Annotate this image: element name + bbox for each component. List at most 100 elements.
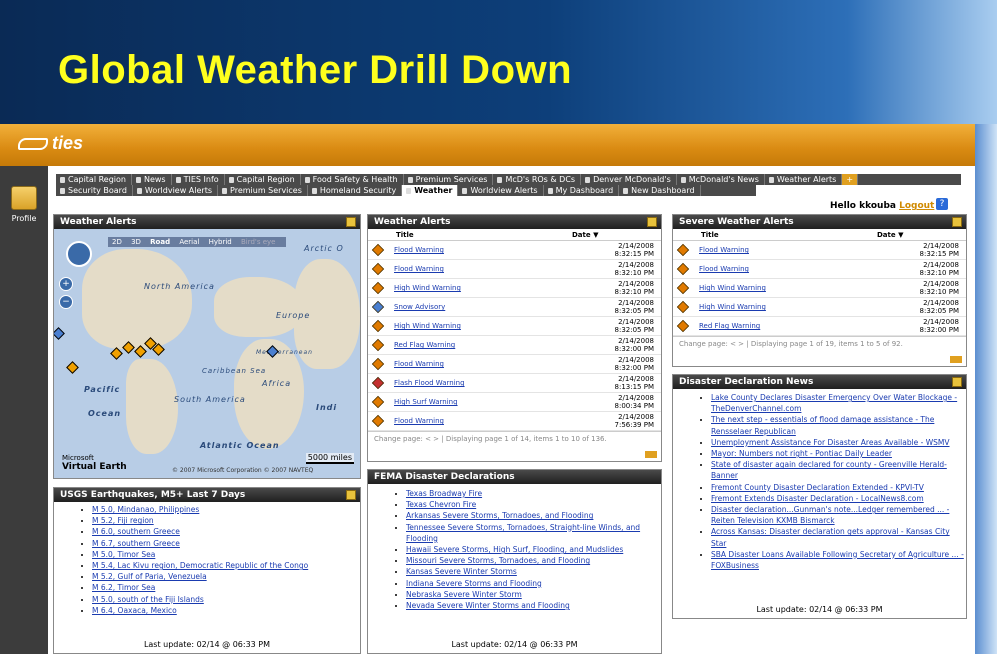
tab-mcdonald-s-news[interactable]: McDonald's News xyxy=(677,174,765,185)
list-item-link[interactable]: M 6.2, Timor Sea xyxy=(92,583,155,592)
list-item-link[interactable]: Texas Chevron Fire xyxy=(406,500,476,509)
tab-weather-alerts[interactable]: Weather Alerts xyxy=(765,174,843,185)
list-item-link[interactable]: M 5.0, south of the Fiji Islands xyxy=(92,595,204,604)
list-item-link[interactable]: State of disaster again declared for cou… xyxy=(711,460,947,480)
tab-mcd-s-ros-dcs[interactable]: McD's ROs & DCs xyxy=(493,174,582,185)
col-date[interactable]: Date ▼ xyxy=(877,229,903,240)
list-item-link[interactable]: Fremont Extends Disaster Declaration - L… xyxy=(711,494,924,503)
list-item-link[interactable]: M 5.4, Lac Kivu region, Democratic Repub… xyxy=(92,561,308,570)
list-item-link[interactable]: The next step - essentials of flood dama… xyxy=(711,415,934,435)
weather-map-panel: Weather Alerts Arctic O North America Eu… xyxy=(53,214,361,479)
map-road-button[interactable]: Road xyxy=(150,238,170,246)
col-title[interactable]: Title xyxy=(372,229,572,240)
table-row: High Wind Warning 2/14/2008 8:32:10 PM xyxy=(368,279,661,298)
list-item-link[interactable]: M 6.7, southern Greece xyxy=(92,539,180,548)
ties-logo[interactable]: ties xyxy=(18,133,83,157)
alert-title-link[interactable]: Flood Warning xyxy=(699,246,889,254)
edit-icon[interactable] xyxy=(952,217,962,227)
alert-title-link[interactable]: Flood Warning xyxy=(394,265,584,273)
tab-capital-region[interactable]: Capital Region xyxy=(56,174,132,185)
tab-premium-services[interactable]: Premium Services xyxy=(404,174,494,185)
map-pan-control[interactable] xyxy=(66,241,92,267)
map-aerial-button[interactable]: Aerial xyxy=(179,238,199,246)
edit-icon[interactable] xyxy=(346,217,356,227)
tab-capital-region[interactable]: Capital Region xyxy=(225,174,301,185)
tab-my-dashboard[interactable]: My Dashboard xyxy=(544,185,620,196)
list-item-link[interactable]: M 6.4, Oaxaca, Mexico xyxy=(92,606,177,615)
list-item-link[interactable]: M 5.0, Mindanao, Philippines xyxy=(92,505,199,514)
tab-denver-mcdonald-s[interactable]: Denver McDonald's xyxy=(581,174,677,185)
list-item-link[interactable]: Tennessee Severe Storms, Tornadoes, Stra… xyxy=(406,523,640,543)
list-item-link[interactable]: Mayor: Numbers not right - Pontiac Daily… xyxy=(711,449,892,458)
tab-worldview-alerts[interactable]: Worldview Alerts xyxy=(458,185,544,196)
edit-icon[interactable] xyxy=(647,217,657,227)
alert-title-link[interactable]: High Wind Warning xyxy=(699,303,889,311)
list-item-link[interactable]: Kansas Severe Winter Storms xyxy=(406,567,517,576)
col-date[interactable]: Date ▼ xyxy=(572,229,598,240)
list-item-link[interactable]: SBA Disaster Loans Available Following S… xyxy=(711,550,964,570)
alert-icon xyxy=(676,262,690,276)
alert-title-link[interactable]: Flood Warning xyxy=(394,246,584,254)
storm-marker[interactable] xyxy=(66,361,79,374)
list-item-link[interactable]: Indiana Severe Storms and Flooding xyxy=(406,579,542,588)
alert-title-link[interactable]: High Wind Warning xyxy=(394,284,584,292)
add-tab-button[interactable]: + xyxy=(842,174,859,185)
alert-title-link[interactable]: Flood Warning xyxy=(394,360,584,368)
list-item-link[interactable]: Lake County Declares Disaster Emergency … xyxy=(711,393,957,413)
storm-marker[interactable] xyxy=(54,327,65,340)
alert-title-link[interactable]: Red Flag Warning xyxy=(394,341,584,349)
alert-title-link[interactable]: Flash Flood Warning xyxy=(394,379,584,387)
alert-title-link[interactable]: Flood Warning xyxy=(699,265,889,273)
tab-homeland-security[interactable]: Homeland Security xyxy=(308,185,403,196)
list-item-link[interactable]: M 5.2, Fiji region xyxy=(92,516,154,525)
zoom-in-button[interactable]: + xyxy=(59,277,73,291)
alert-title-link[interactable]: Snow Advisory xyxy=(394,303,584,311)
list-item: Tennessee Severe Storms, Tornadoes, Stra… xyxy=(406,522,661,544)
list-item-link[interactable]: Hawaii Severe Storms, High Surf, Floodin… xyxy=(406,545,623,554)
list-item-link[interactable]: M 5.2, Gulf of Paria, Venezuela xyxy=(92,572,207,581)
map-label: Europe xyxy=(276,311,311,320)
list-item-link[interactable]: Arkansas Severe Storms, Tornadoes, and F… xyxy=(406,511,593,520)
edit-icon[interactable] xyxy=(346,490,356,500)
col-title[interactable]: Title xyxy=(677,229,877,240)
alert-title-link[interactable]: High Wind Warning xyxy=(699,284,889,292)
list-item-link[interactable]: Missouri Severe Storms, Tornadoes, and F… xyxy=(406,556,590,565)
tab-new-dashboard[interactable]: New Dashboard xyxy=(619,185,701,196)
profile-button[interactable]: Profile xyxy=(4,186,44,230)
list-item-link[interactable]: Nevada Severe Winter Storms and Flooding xyxy=(406,601,570,610)
help-icon[interactable]: ? xyxy=(936,198,948,210)
map-3d-button[interactable]: 3D xyxy=(131,238,141,246)
list-item-link[interactable]: Texas Broadway Fire xyxy=(406,489,482,498)
map-hybrid-button[interactable]: Hybrid xyxy=(209,238,232,246)
zoom-out-button[interactable]: − xyxy=(59,295,73,309)
alert-title-link[interactable]: Flood Warning xyxy=(394,417,584,425)
rss-icon[interactable] xyxy=(950,356,962,363)
alert-title-link[interactable]: Red Flag Warning xyxy=(699,322,889,330)
table-row: High Wind Warning 2/14/2008 8:32:10 PM xyxy=(673,279,966,298)
tab-premium-services[interactable]: Premium Services xyxy=(218,185,308,196)
tab-security-board[interactable]: Security Board xyxy=(56,185,133,196)
list-item-link[interactable]: Across Kansas: Disaster declaration gets… xyxy=(711,527,950,547)
rss-icon[interactable] xyxy=(645,451,657,458)
list-item-link[interactable]: M 6.0, southern Greece xyxy=(92,527,180,536)
alert-title-link[interactable]: High Wind Warning xyxy=(394,322,584,330)
storm-marker[interactable] xyxy=(110,347,123,360)
alert-date: 2/14/2008 7:56:39 PM xyxy=(614,413,654,429)
list-item-link[interactable]: Unemployment Assistance For Disaster Are… xyxy=(711,438,950,447)
tab-ties-info[interactable]: TIES Info xyxy=(172,174,225,185)
map-2d-button[interactable]: 2D xyxy=(112,238,122,246)
logout-link[interactable]: Logout xyxy=(899,201,934,211)
alert-title-link[interactable]: High Surf Warning xyxy=(394,398,584,406)
tab-weather[interactable]: Weather xyxy=(402,185,459,196)
world-map[interactable]: Arctic O North America Europe Mediterran… xyxy=(54,229,360,478)
list-item-link[interactable]: Disaster declaration...Gunman's note...L… xyxy=(711,505,949,525)
tab-worldview-alerts[interactable]: Worldview Alerts xyxy=(133,185,219,196)
list-item-link[interactable]: Nebraska Severe Winter Storm xyxy=(406,590,522,599)
edit-icon[interactable] xyxy=(952,377,962,387)
map-birdseye-button[interactable]: Bird's eye xyxy=(241,238,276,246)
tab-news[interactable]: News xyxy=(132,174,172,185)
list-item-link[interactable]: M 5.0, Timor Sea xyxy=(92,550,155,559)
tab-food-safety-health[interactable]: Food Safety & Health xyxy=(301,174,404,185)
list-item-link[interactable]: Fremont County Disaster Declaration Exte… xyxy=(711,483,924,492)
weather-alerts-panel: Weather Alerts Title Date ▼ Flood Warning… xyxy=(367,214,662,462)
